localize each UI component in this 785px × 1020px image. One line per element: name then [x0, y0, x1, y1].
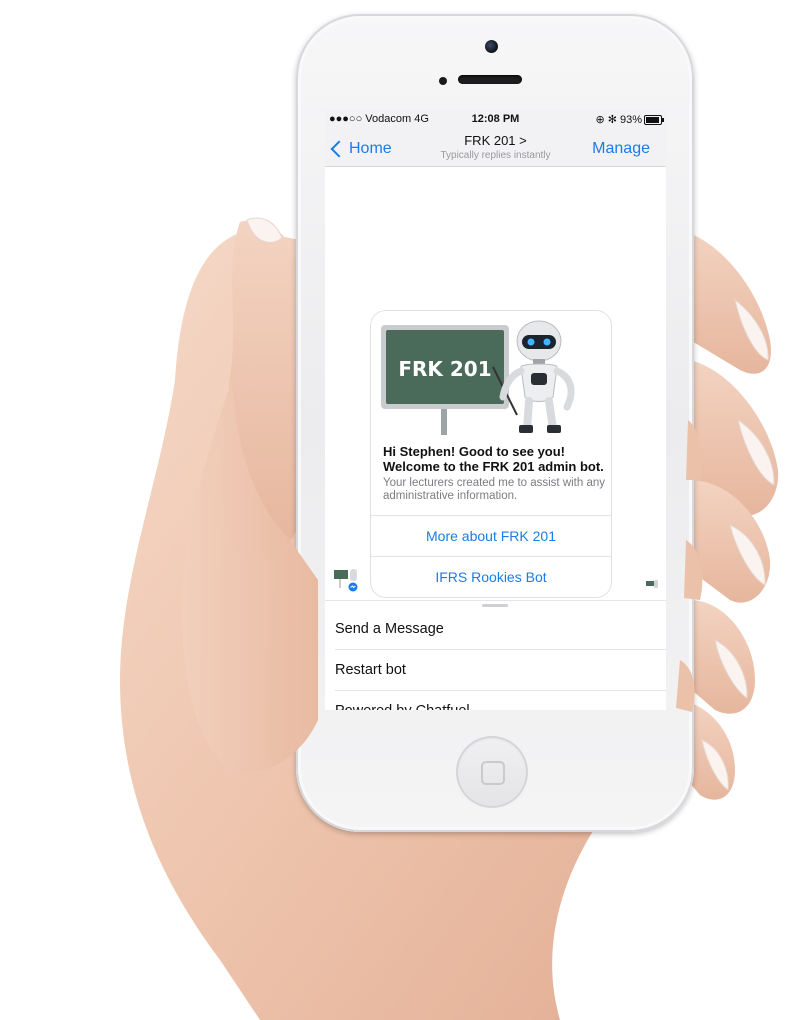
- messenger-screen: ●●●○○ Vodacom 4G 12:08 PM ⊕ ✻ 93% Home F…: [325, 110, 666, 710]
- menu-grip-handle[interactable]: [482, 604, 508, 607]
- persistent-menu: Send a Message Restart bot Powered by Ch…: [325, 600, 666, 710]
- earpiece-speaker: [458, 75, 522, 84]
- bot-avatar: [334, 569, 358, 592]
- read-receipt-avatar: [646, 580, 658, 588]
- card-hero-image: FRK 201: [371, 311, 611, 435]
- more-about-button[interactable]: More about FRK 201: [371, 515, 611, 556]
- status-indicators: ⊕ ✻ 93%: [595, 114, 642, 126]
- card-heading: Hi Stephen! Good to see you! Welcome to …: [383, 444, 604, 474]
- home-button-square: [481, 761, 505, 785]
- card-body: Your lecturers created me to assist with…: [383, 477, 606, 502]
- navigation-bar: Home FRK 201 > Typically replies instant…: [325, 128, 666, 167]
- battery-icon: [644, 115, 664, 125]
- front-camera: [485, 40, 498, 53]
- status-bar: ●●●○○ Vodacom 4G 12:08 PM ⊕ ✻ 93%: [325, 110, 666, 128]
- bot-message-card: FRK 201 Hi Stephen! Good to see you! Wel…: [370, 310, 612, 598]
- manage-button[interactable]: Manage: [592, 140, 650, 158]
- board-text: FRK 201: [398, 357, 491, 381]
- ifrs-rookies-button[interactable]: IFRS Rookies Bot: [371, 556, 611, 597]
- home-button[interactable]: [456, 736, 528, 808]
- menu-item-powered-by[interactable]: Powered by Chatfuel: [335, 691, 666, 710]
- battery-fill: [646, 117, 660, 123]
- menu-item-restart-bot[interactable]: Restart bot: [335, 650, 666, 691]
- proximity-sensor: [439, 77, 447, 85]
- menu-item-send-message[interactable]: Send a Message: [335, 609, 666, 650]
